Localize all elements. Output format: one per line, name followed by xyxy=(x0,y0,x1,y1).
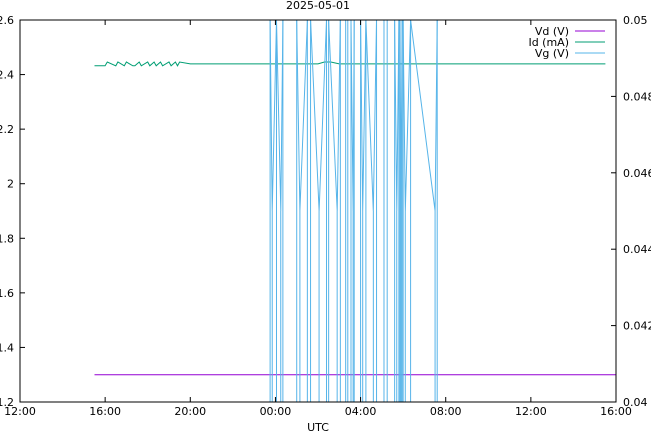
x-tick-label: 00:00 xyxy=(260,405,292,418)
plot-frame xyxy=(19,19,617,403)
x-tick-label: 12:00 xyxy=(515,405,547,418)
x-axis-ticks: 12:00 16:00 20:00 00:00 04:00 08:00 12:00 16:00 xyxy=(4,20,632,418)
chart: 2025-05-01 12:00 16:00 20:00 00:00 04:00 08:0… xyxy=(0,0,651,432)
y2-tick-label: 0.044 xyxy=(623,243,651,256)
y-tick-label: 1.8 xyxy=(0,232,14,245)
y-tick-label: 1.4 xyxy=(0,341,14,354)
y-tick-label: 2.4 xyxy=(0,69,14,82)
y-tick-label: 1.2 xyxy=(0,396,14,409)
x-tick-label: 20:00 xyxy=(174,405,206,418)
y2-axis-ticks: 0.04 0.042 0.044 0.046 0.048 0.05 xyxy=(611,14,651,409)
series-layer xyxy=(94,19,616,402)
series-line-2 xyxy=(269,19,438,212)
y-tick-label: 2 xyxy=(7,178,14,191)
chart-title: 2025-05-01 xyxy=(286,0,350,12)
y2-tick-label: 0.05 xyxy=(623,14,648,27)
x-axis-label: UTC xyxy=(307,421,329,432)
legend: Vd (V)Id (mA)Vg (V) xyxy=(528,25,605,60)
y-axis-ticks: 1.2 1.4 1.6 1.8 2 2.2 2.4 2.6 xyxy=(0,14,25,409)
y2-tick-label: 0.046 xyxy=(623,167,651,180)
x-tick-label: 04:00 xyxy=(345,405,377,418)
legend-label: Vg (V) xyxy=(535,47,569,60)
y-tick-label: 2.6 xyxy=(0,14,14,27)
y-tick-label: 2.2 xyxy=(0,123,14,136)
y-tick-label: 1.6 xyxy=(0,287,14,300)
y2-tick-label: 0.048 xyxy=(623,90,651,103)
series-line-1 xyxy=(94,61,606,67)
y2-tick-label: 0.042 xyxy=(623,320,651,333)
x-tick-label: 16:00 xyxy=(89,405,121,418)
y2-tick-label: 0.04 xyxy=(623,396,648,409)
x-tick-label: 08:00 xyxy=(430,405,462,418)
